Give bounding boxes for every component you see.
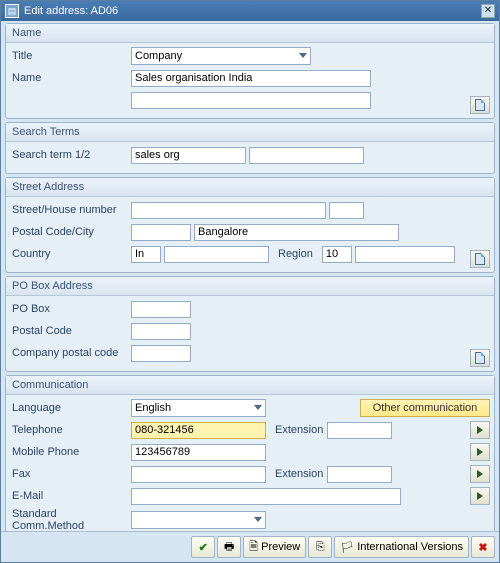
postal-code-input[interactable] bbox=[131, 224, 191, 241]
other-communication-button[interactable]: Other communication bbox=[360, 399, 490, 417]
title-label: Title bbox=[10, 50, 128, 62]
group-pobox-header: PO Box Address bbox=[6, 277, 494, 296]
group-street: Street Address Street/House number Posta… bbox=[5, 177, 495, 273]
email-more-button[interactable] bbox=[470, 487, 490, 505]
region-input[interactable] bbox=[322, 246, 352, 263]
country-input[interactable] bbox=[131, 246, 161, 263]
title-select[interactable]: Company bbox=[131, 47, 311, 65]
window-title: Edit address: AD06 bbox=[24, 5, 118, 17]
company-postal-label: Company postal code bbox=[10, 347, 128, 359]
pobox-postal-label: Postal Code bbox=[10, 325, 128, 337]
fax-label: Fax bbox=[10, 468, 128, 480]
tel-ext-input[interactable] bbox=[327, 422, 392, 439]
cancel-button[interactable]: ✖ bbox=[471, 536, 495, 558]
street-expand-button[interactable] bbox=[470, 250, 490, 268]
name-input-1[interactable] bbox=[131, 70, 371, 87]
print-button[interactable]: 🖶 bbox=[217, 536, 241, 558]
company-postal-input[interactable] bbox=[131, 345, 191, 362]
email-input[interactable] bbox=[131, 488, 401, 505]
group-search-header: Search Terms bbox=[6, 123, 494, 142]
group-communication: Communication Language English Other com… bbox=[5, 375, 495, 531]
telephone-label: Telephone bbox=[10, 424, 128, 436]
email-label: E-Mail bbox=[10, 490, 128, 502]
group-name: Name Title Company Name bbox=[5, 23, 495, 119]
copy-button[interactable]: ⎘ bbox=[308, 536, 332, 558]
postal-city-label: Postal Code/City bbox=[10, 226, 128, 238]
footer-toolbar: ✔ 🖶 🗎 Preview ⎘ 🏳 International Versions… bbox=[1, 531, 499, 562]
language-label: Language bbox=[10, 402, 128, 414]
country-name-input[interactable] bbox=[164, 246, 269, 263]
fax-input[interactable] bbox=[131, 466, 266, 483]
language-select[interactable]: English bbox=[131, 399, 266, 417]
search-term-2-input[interactable] bbox=[249, 147, 364, 164]
pobox-input[interactable] bbox=[131, 301, 191, 318]
mobile-input[interactable] bbox=[131, 444, 266, 461]
group-pobox: PO Box Address PO Box Postal Code Compan… bbox=[5, 276, 495, 372]
search-term-1-input[interactable] bbox=[131, 147, 246, 164]
preview-label: Preview bbox=[261, 541, 300, 553]
content-area: Name Title Company Name bbox=[1, 21, 499, 531]
check-icon: ✔ bbox=[199, 541, 208, 554]
region-label: Region bbox=[272, 248, 319, 260]
fax-more-button[interactable] bbox=[470, 465, 490, 483]
printer-icon: 🖶 bbox=[224, 538, 234, 557]
group-communication-header: Communication bbox=[6, 376, 494, 395]
preview-button[interactable]: 🗎 Preview bbox=[243, 536, 306, 558]
city-input[interactable] bbox=[194, 224, 399, 241]
globe-icon: 🏳 bbox=[340, 541, 354, 554]
group-street-header: Street Address bbox=[6, 178, 494, 197]
copy-icon: ⎘ bbox=[316, 541, 325, 554]
std-comm-label: Standard Comm.Method bbox=[10, 508, 128, 531]
mobile-label: Mobile Phone bbox=[10, 446, 128, 458]
intl-label: International Versions bbox=[357, 541, 463, 553]
country-label: Country bbox=[10, 248, 128, 260]
fax-ext-input[interactable] bbox=[327, 466, 392, 483]
mobile-more-button[interactable] bbox=[470, 443, 490, 461]
name-expand-button[interactable] bbox=[470, 96, 490, 114]
x-icon: ✖ bbox=[478, 541, 487, 554]
fax-ext-label: Extension bbox=[269, 468, 324, 480]
std-comm-select[interactable] bbox=[131, 511, 266, 529]
group-search: Search Terms Search term 1/2 bbox=[5, 122, 495, 174]
street-input[interactable] bbox=[131, 202, 326, 219]
search-term-label: Search term 1/2 bbox=[10, 149, 128, 161]
pobox-label: PO Box bbox=[10, 303, 128, 315]
pobox-postal-input[interactable] bbox=[131, 323, 191, 340]
pobox-expand-button[interactable] bbox=[470, 349, 490, 367]
name-label: Name bbox=[10, 72, 128, 84]
edit-address-window: ▤ Edit address: AD06 ✕ Name Title Compan… bbox=[0, 0, 500, 563]
tel-ext-label: Extension bbox=[269, 424, 324, 436]
ok-button[interactable]: ✔ bbox=[191, 536, 215, 558]
group-name-header: Name bbox=[6, 24, 494, 43]
name-input-2[interactable] bbox=[131, 92, 371, 109]
app-icon: ▤ bbox=[5, 4, 19, 18]
telephone-input[interactable] bbox=[131, 422, 266, 439]
close-button[interactable]: ✕ bbox=[481, 4, 495, 18]
house-number-input[interactable] bbox=[329, 202, 364, 219]
telephone-more-button[interactable] bbox=[470, 421, 490, 439]
street-label: Street/House number bbox=[10, 204, 128, 216]
preview-icon: 🗎 bbox=[249, 538, 258, 557]
region-name-input[interactable] bbox=[355, 246, 455, 263]
intl-versions-button[interactable]: 🏳 International Versions bbox=[334, 536, 469, 558]
titlebar: ▤ Edit address: AD06 ✕ bbox=[1, 1, 499, 21]
